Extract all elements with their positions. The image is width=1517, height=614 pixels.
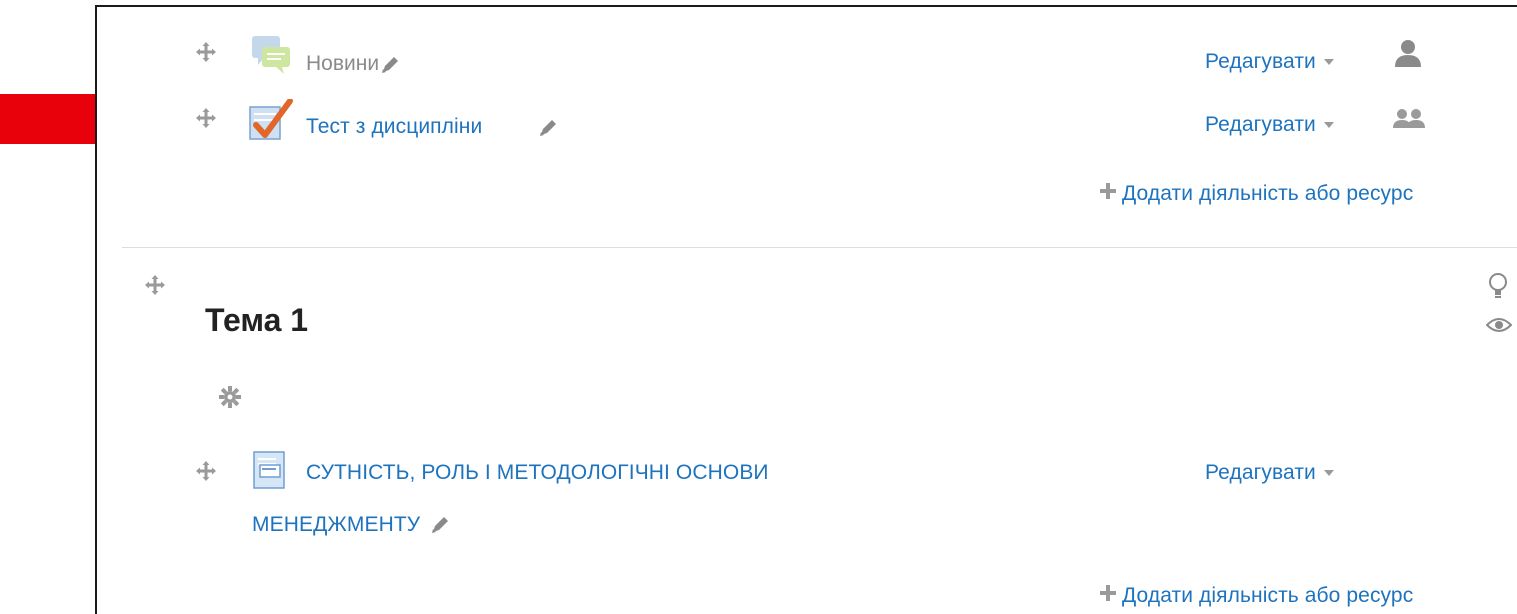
edit-menu-label[interactable]: Редагувати xyxy=(1205,50,1316,74)
pencil-icon[interactable] xyxy=(430,515,450,535)
activity-name-quiz[interactable]: Тест з дисципліни xyxy=(306,115,482,138)
section-divider xyxy=(122,247,1517,248)
edit-menu-quiz[interactable]: Редагувати xyxy=(1205,113,1334,137)
plus-icon xyxy=(1098,583,1118,608)
add-activity-label[interactable]: Додати діяльність або ресурс xyxy=(1122,182,1413,206)
resource-name-line1[interactable]: СУТНІСТЬ, РОЛЬ І МЕТОДОЛОГІЧНІ ОСНОВИ xyxy=(306,461,769,484)
gear-icon[interactable] xyxy=(219,386,241,413)
add-activity-button[interactable]: Додати діяльність або ресурс xyxy=(1098,583,1413,608)
section-move-icon[interactable] xyxy=(145,275,165,295)
lightbulb-icon[interactable] xyxy=(1487,272,1509,305)
chevron-down-icon xyxy=(1323,58,1334,66)
single-user-icon[interactable] xyxy=(1393,38,1423,73)
edit-menu-resource[interactable]: Редагувати xyxy=(1205,461,1334,485)
edit-menu-news[interactable]: Редагувати xyxy=(1205,50,1334,74)
section-title: Тема 1 xyxy=(205,302,309,338)
page-resource-icon xyxy=(252,450,288,495)
eye-icon[interactable] xyxy=(1485,316,1513,339)
pencil-icon[interactable] xyxy=(380,55,400,75)
add-activity-label[interactable]: Додати діяльність або ресурс xyxy=(1122,584,1413,608)
move-icon[interactable] xyxy=(196,461,216,481)
move-icon[interactable] xyxy=(196,108,216,128)
activity-name-news[interactable]: Новини xyxy=(306,52,379,75)
chevron-down-icon xyxy=(1323,469,1334,477)
add-activity-button[interactable]: Додати діяльність або ресурс xyxy=(1098,181,1413,206)
quiz-checkmark-icon xyxy=(248,98,294,146)
forum-icon xyxy=(248,36,294,81)
plus-icon xyxy=(1098,181,1118,206)
resource-name-line2[interactable]: МЕНЕДЖМЕНТУ xyxy=(252,513,420,537)
pencil-icon[interactable] xyxy=(538,118,558,138)
edit-menu-label[interactable]: Редагувати xyxy=(1205,461,1316,485)
course-page: Новини Редагувати Тест з дисципліни Реда… xyxy=(0,0,1517,614)
edit-menu-label[interactable]: Редагувати xyxy=(1205,113,1316,137)
move-icon[interactable] xyxy=(196,42,216,62)
group-users-icon[interactable] xyxy=(1392,108,1426,139)
chevron-down-icon xyxy=(1323,121,1334,129)
